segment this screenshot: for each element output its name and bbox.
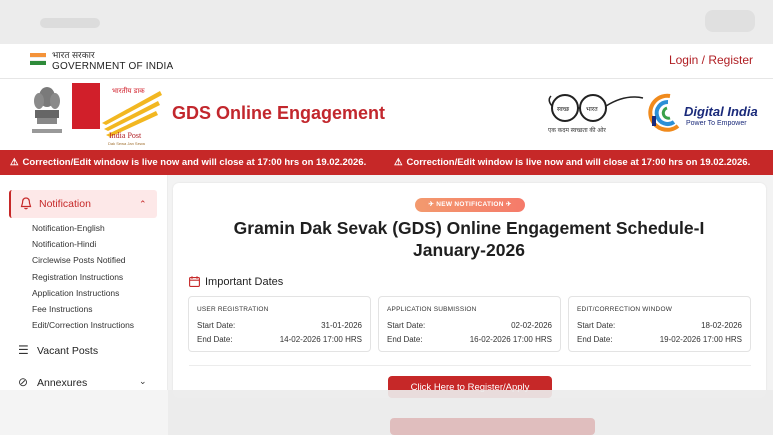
warning-icon: ⚠ xyxy=(10,157,19,168)
start-date-value: 31-01-2026 xyxy=(321,321,362,330)
svg-text:भारतीय डाक: भारतीय डाक xyxy=(112,86,145,95)
start-date-value: 02-02-2026 xyxy=(511,321,552,330)
new-notification-badge: ✈ NEW NOTIFICATION ✈ xyxy=(415,198,525,212)
svg-text:स्वच्छ: स्वच्छ xyxy=(557,106,570,113)
end-date-value: 16-02-2026 17:00 HRS xyxy=(469,335,552,344)
sidebar-sublink[interactable]: Circlewise Posts Notified xyxy=(32,255,126,265)
gov-english-label: GOVERNMENT OF INDIA xyxy=(52,61,174,72)
site-title: GDS Online Engagement xyxy=(172,103,386,123)
page-title: Gramin Dak Sevak (GDS) Online Engagement… xyxy=(200,217,738,261)
gov-hindi-label: भारत सरकार xyxy=(52,50,95,60)
sidebar-sublink[interactable]: Application Instructions xyxy=(32,288,119,298)
digital-india-title: Digital India xyxy=(684,104,758,119)
date-card-title: USER REGISTRATION xyxy=(197,306,269,313)
sidebar-sublink[interactable]: Notification-English xyxy=(32,223,105,233)
swachh-caption: एक कदम स्वच्छता की ओर xyxy=(548,128,606,134)
date-card-application-submission: APPLICATION SUBMISSION Start Date: 02-02-… xyxy=(378,296,561,352)
end-date-value: 19-02-2026 17:00 HRS xyxy=(659,335,742,344)
chevron-up-icon[interactable]: ⌃ xyxy=(139,199,147,210)
important-dates-title: Important Dates xyxy=(205,276,284,288)
india-post-tagline: Dak Sewa Jan Sewa xyxy=(108,141,145,146)
digital-india-logo-icon xyxy=(648,93,680,132)
paperclip-icon: ⊘ xyxy=(18,375,29,389)
alert-marquee: ⚠ Correction/Edit window is live now and … xyxy=(0,150,773,175)
india-post-text: India Post xyxy=(109,131,142,140)
svg-text:भारत: भारत xyxy=(586,106,598,113)
sidebar-item-label[interactable]: Notification xyxy=(39,198,91,210)
page-title-line: January-2026 xyxy=(413,240,525,260)
end-date-value: 14-02-2026 17:00 HRS xyxy=(279,335,362,344)
india-flag-icon xyxy=(30,53,46,65)
blurred-top-area xyxy=(0,0,773,44)
warning-icon: ⚠ xyxy=(394,157,403,168)
sidebar-sublink[interactable]: Registration Instructions xyxy=(32,272,123,282)
date-card-title: APPLICATION SUBMISSION xyxy=(387,306,477,313)
login-register-link[interactable]: Login / Register xyxy=(669,53,753,67)
divider xyxy=(189,365,751,366)
alert-message: ⚠ Correction/Edit window is live now and … xyxy=(394,157,751,168)
chevron-down-icon[interactable]: ⌄ xyxy=(139,376,147,387)
sidebar-sublink[interactable]: Notification-Hindi xyxy=(32,239,96,249)
national-emblem-icon xyxy=(32,87,62,133)
sidebar-sublink[interactable]: Fee Instructions xyxy=(32,304,92,314)
sidebar-sublink[interactable]: Edit/Correction Instructions xyxy=(32,320,134,330)
page-title-line: Gramin Dak Sevak (GDS) Online Engagement… xyxy=(233,218,705,238)
sidebar-item-annexures[interactable]: Annexures xyxy=(37,377,87,389)
date-card-user-registration: USER REGISTRATION Start Date: 31-01-2026 … xyxy=(188,296,371,352)
blurred-bottom-area xyxy=(0,390,773,435)
date-card-edit-correction-window: EDIT/CORRECTION WINDOW Start Date: 18-02-… xyxy=(568,296,751,352)
alert-message: ⚠ Correction/Edit window is live now and … xyxy=(10,157,367,168)
digital-india-subtitle: Power To Empower xyxy=(686,120,747,127)
start-date-value: 18-02-2026 xyxy=(701,321,742,330)
bell-icon xyxy=(20,197,32,210)
list-check-icon: ☰ xyxy=(18,343,29,357)
sidebar-item-vacant-posts[interactable]: Vacant Posts xyxy=(37,345,98,357)
calendar-icon xyxy=(189,276,200,287)
date-card-title: EDIT/CORRECTION WINDOW xyxy=(577,306,673,313)
